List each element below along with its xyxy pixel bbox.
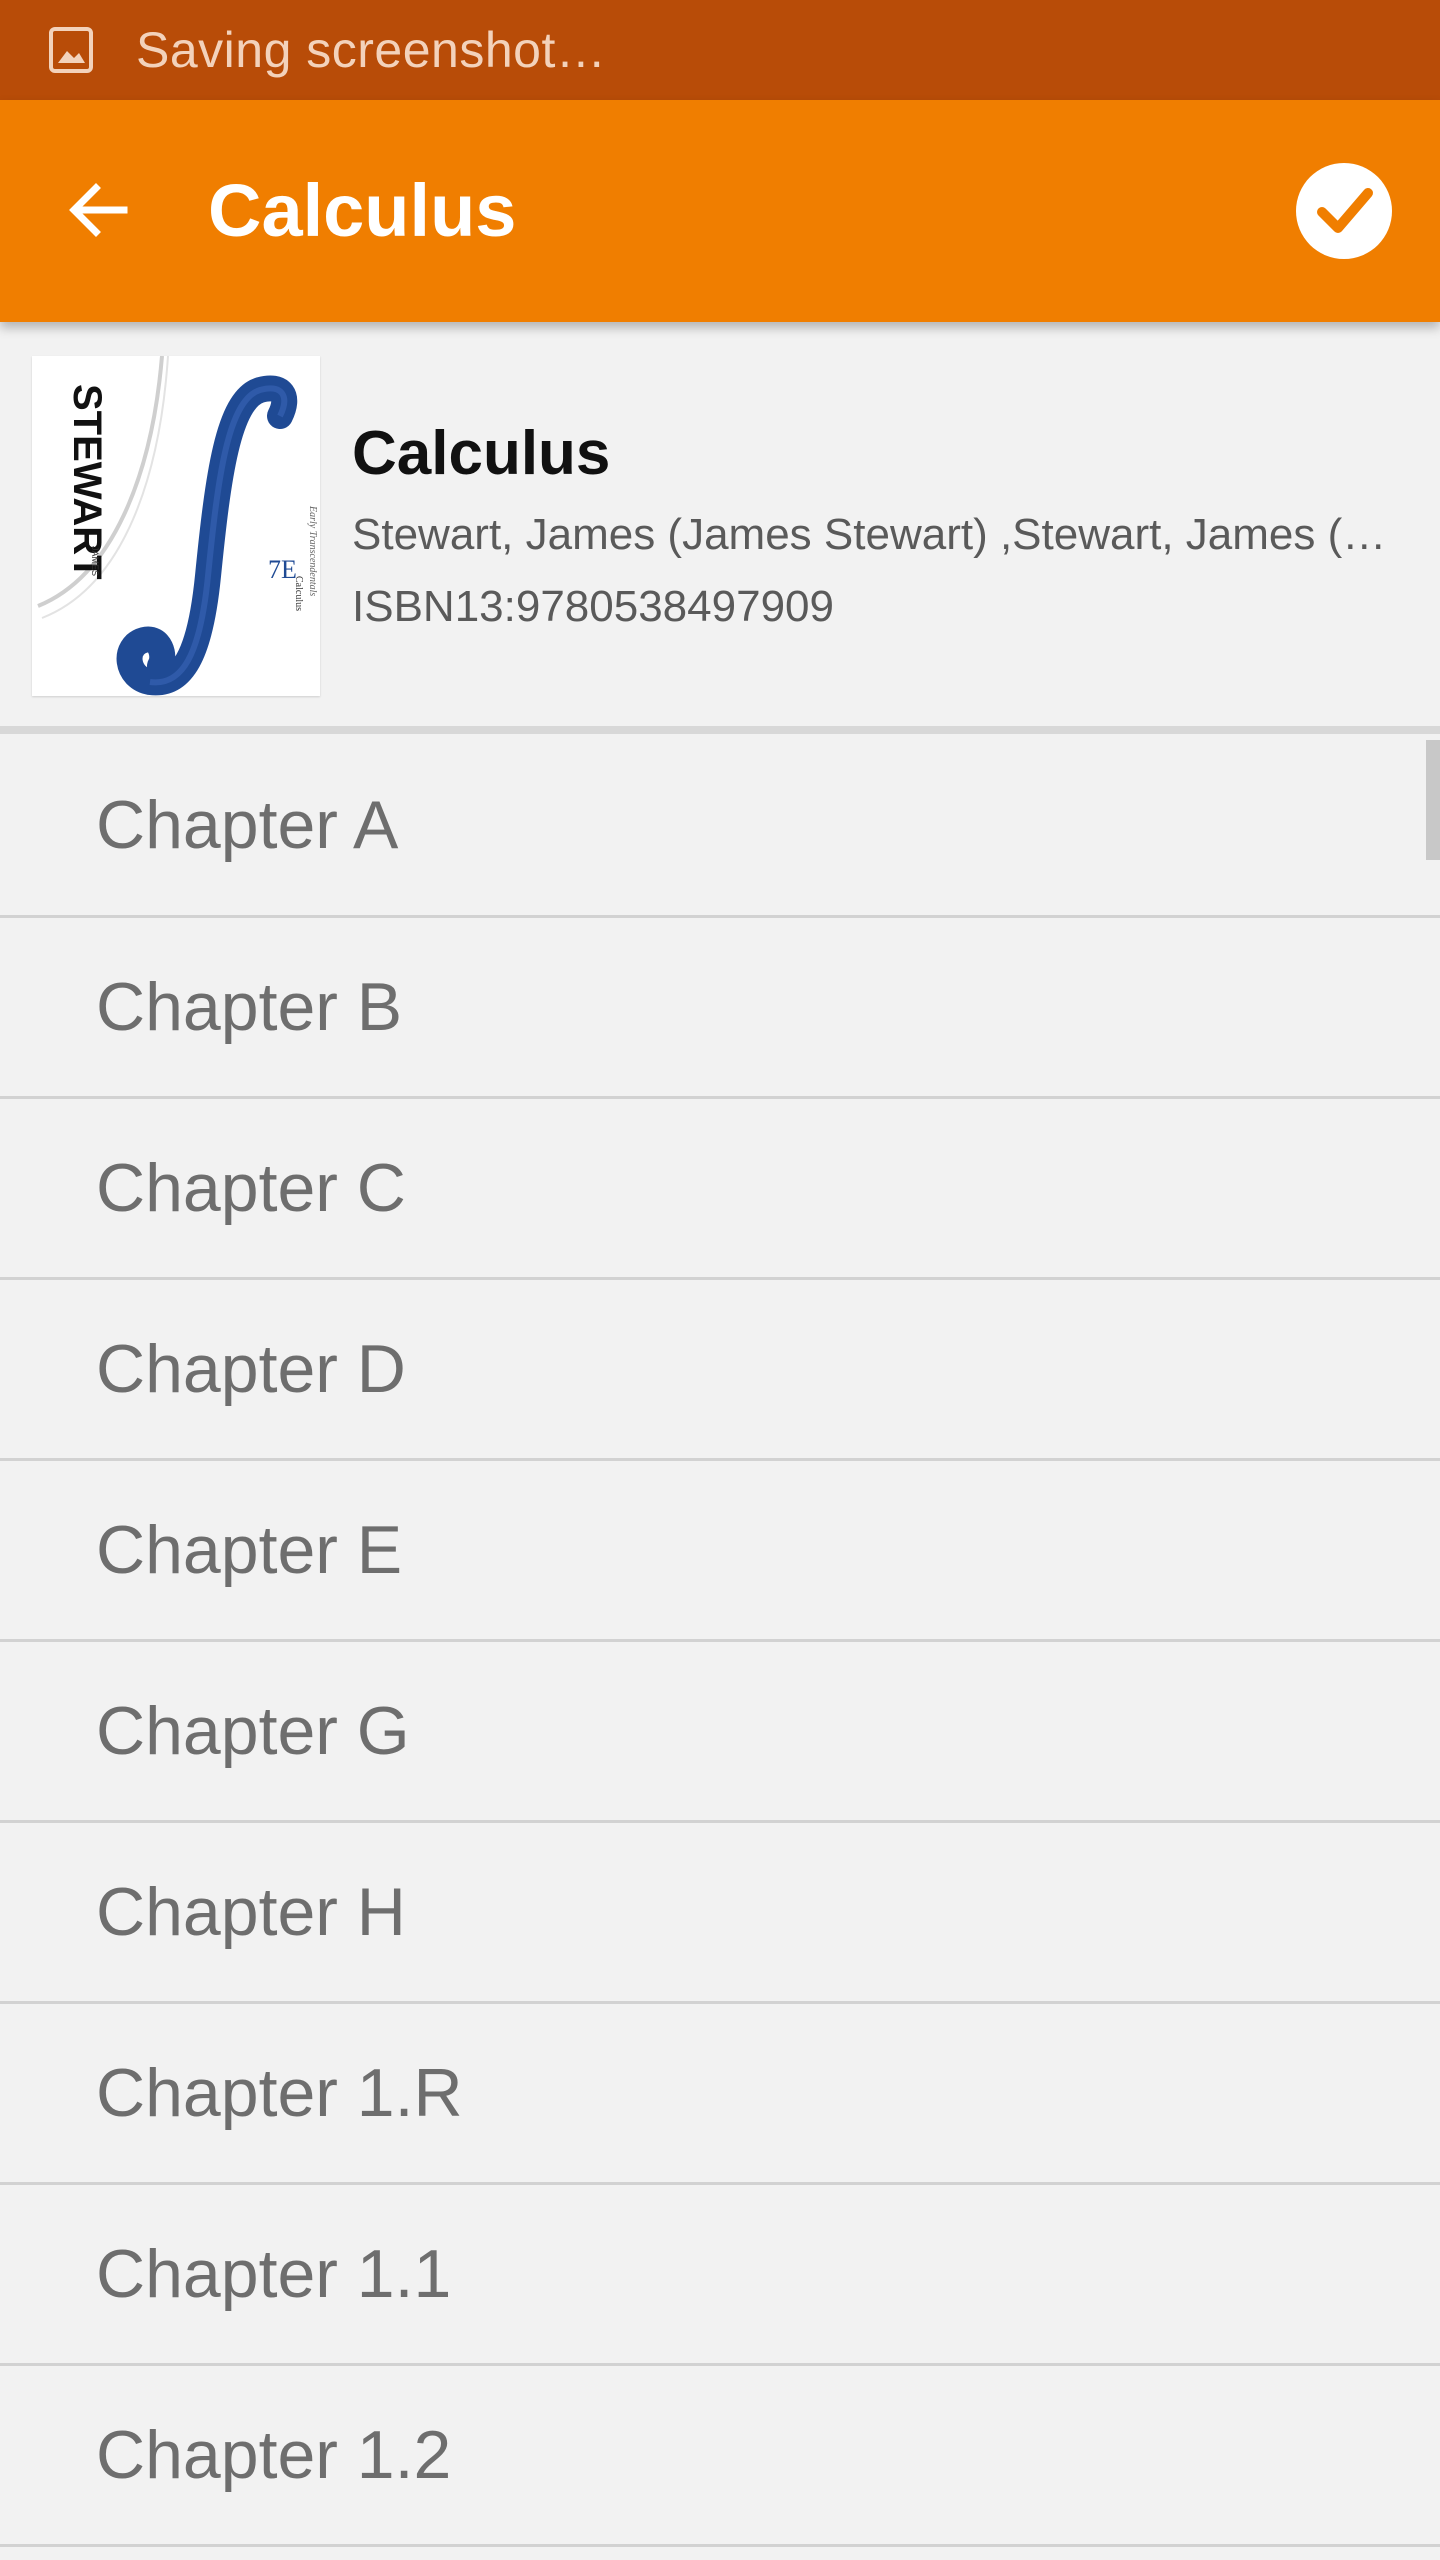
chapter-label: Chapter G: [96, 1693, 410, 1769]
svg-text:Calculus: Calculus: [293, 576, 304, 611]
chapter-item-1-2[interactable]: Chapter 1.2: [0, 2366, 1440, 2547]
status-notification-text: Saving screenshot…: [136, 22, 607, 78]
scrollbar[interactable]: [1426, 740, 1440, 860]
chapter-item-e[interactable]: Chapter E: [0, 1461, 1440, 1642]
chapter-item-h[interactable]: Chapter H: [0, 1823, 1440, 2004]
svg-text:STEWART: STEWART: [65, 384, 109, 580]
status-bar: Saving screenshot…: [0, 0, 1440, 100]
book-cover-image: STEWART JAMES 7E Early Transcendentals C…: [32, 356, 320, 696]
page-title: Calculus: [208, 169, 517, 252]
chapter-item-1-1[interactable]: Chapter 1.1: [0, 2185, 1440, 2366]
book-authors: Stewart, James (James Stewart) ,Stewart,…: [352, 510, 1402, 559]
chapter-label: Chapter 1.1: [96, 2236, 452, 2312]
chapter-list: Chapter A Chapter B Chapter C Chapter D …: [0, 734, 1440, 2547]
chapter-label: Chapter C: [96, 1150, 406, 1226]
chapter-item-b[interactable]: Chapter B: [0, 918, 1440, 1099]
chapter-item-g[interactable]: Chapter G: [0, 1642, 1440, 1823]
app-bar: Calculus: [0, 100, 1440, 322]
chapter-label: Chapter B: [96, 969, 403, 1045]
chapter-label: Chapter H: [96, 1874, 406, 1950]
chapter-item-d[interactable]: Chapter D: [0, 1280, 1440, 1461]
chapter-item-a[interactable]: Chapter A: [0, 734, 1440, 918]
book-title: Calculus: [352, 419, 611, 488]
image-icon: [49, 27, 93, 73]
chapter-label: Chapter D: [96, 1331, 406, 1407]
check-icon: [1317, 188, 1373, 233]
book-header: STEWART JAMES 7E Early Transcendentals C…: [0, 322, 1440, 728]
chapter-label: Chapter 1.2: [96, 2417, 452, 2493]
chapter-item-c[interactable]: Chapter C: [0, 1099, 1440, 1280]
chapter-item-1-r[interactable]: Chapter 1.R: [0, 2004, 1440, 2185]
done-button[interactable]: [1296, 163, 1392, 259]
chapter-label: Chapter E: [96, 1512, 403, 1588]
svg-text:7E: 7E: [268, 555, 297, 584]
arrow-left-icon: [69, 183, 128, 237]
svg-text:JAMES: JAMES: [90, 546, 100, 576]
chapter-label: Chapter 1.R: [96, 2055, 463, 2131]
header-divider: [0, 726, 1440, 734]
chapter-label: Chapter A: [96, 786, 399, 863]
back-button[interactable]: [50, 162, 146, 258]
book-isbn: ISBN13:9780538497909: [352, 582, 834, 631]
svg-text:Early Transcendentals: Early Transcendentals: [307, 505, 318, 596]
